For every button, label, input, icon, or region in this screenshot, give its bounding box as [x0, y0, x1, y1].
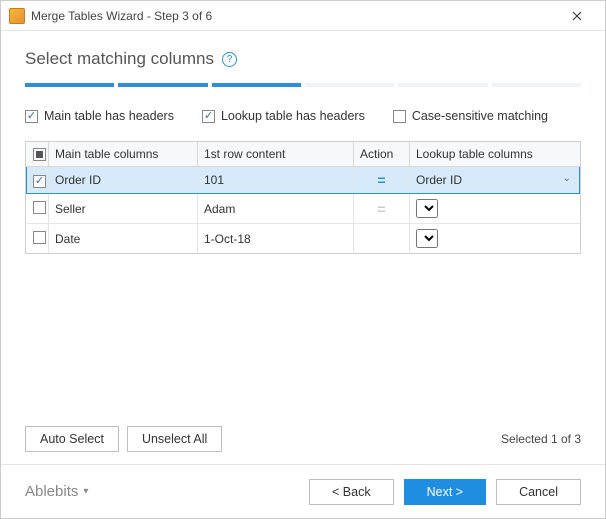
cell-first-row: 101 — [198, 167, 354, 194]
cell-action: = — [354, 167, 410, 194]
case-sensitive-label: Case-sensitive matching — [412, 109, 548, 123]
cell-action — [354, 224, 410, 254]
chevron-down-icon: ▾ — [83, 486, 88, 497]
header-main[interactable]: Main table columns — [49, 142, 198, 167]
table-header-row: Main table columns 1st row content Actio… — [27, 142, 580, 167]
lookup-headers-checkbox[interactable]: Lookup table has headers — [202, 109, 365, 123]
cell-main-column: Order ID — [49, 167, 198, 194]
cell-lookup-dropdown[interactable] — [410, 194, 580, 224]
titlebar: Merge Tables Wizard - Step 3 of 6 — [1, 1, 605, 31]
content-area: Select matching columns ? Main table has… — [1, 31, 605, 464]
step-seg-2 — [118, 83, 207, 87]
header-first-row[interactable]: 1st row content — [198, 142, 354, 167]
checkbox-icon — [33, 175, 46, 188]
help-icon[interactable]: ? — [222, 52, 237, 67]
select-all-icon — [33, 148, 46, 161]
close-icon — [572, 11, 582, 21]
header-select-all[interactable] — [27, 142, 49, 167]
cell-main-column: Seller — [49, 194, 198, 224]
columns-table: Main table columns 1st row content Actio… — [25, 141, 581, 254]
chevron-down-icon: ⌄ — [563, 173, 571, 184]
close-button[interactable] — [557, 2, 597, 30]
main-headers-label: Main table has headers — [44, 109, 174, 123]
unselect-all-button[interactable]: Unselect All — [127, 426, 222, 452]
page-title: Select matching columns ? — [25, 49, 581, 69]
brand-label: Ablebits — [25, 483, 78, 500]
next-button[interactable]: Next > — [404, 479, 486, 505]
cell-main-column: Date — [49, 224, 198, 254]
footer: Ablebits ▾ < Back Next > Cancel — [1, 464, 605, 518]
header-lookup[interactable]: Lookup table columns — [410, 142, 580, 167]
table-row[interactable]: SellerAdam = — [27, 194, 580, 224]
brand-menu[interactable]: Ablebits ▾ — [25, 483, 88, 500]
cell-lookup-dropdown[interactable]: Order ID⌄ — [410, 167, 580, 194]
options-row: Main table has headers Lookup table has … — [25, 109, 581, 123]
checkbox-icon — [33, 231, 46, 244]
step-seg-3 — [212, 83, 301, 87]
cell-lookup-dropdown[interactable] — [410, 224, 580, 254]
actions-row: Auto Select Unselect All Selected 1 of 3 — [25, 426, 581, 452]
header-action[interactable]: Action — [354, 142, 410, 167]
heading-text: Select matching columns — [25, 49, 214, 69]
wizard-window: Merge Tables Wizard - Step 3 of 6 Select… — [0, 0, 606, 519]
back-button[interactable]: < Back — [309, 479, 394, 505]
step-seg-6 — [492, 83, 581, 87]
window-title: Merge Tables Wizard - Step 3 of 6 — [31, 9, 557, 23]
cell-action: = — [354, 194, 410, 224]
checkbox-icon — [33, 201, 46, 214]
step-seg-4 — [305, 83, 394, 87]
checkbox-icon — [25, 110, 38, 123]
checkbox-icon — [393, 110, 406, 123]
row-checkbox[interactable] — [27, 224, 49, 254]
app-icon — [9, 8, 25, 24]
lookup-headers-label: Lookup table has headers — [221, 109, 365, 123]
equals-icon: = — [377, 172, 385, 188]
cell-first-row: Adam — [198, 194, 354, 224]
cancel-button[interactable]: Cancel — [496, 479, 581, 505]
equals-icon: = — [377, 201, 385, 217]
step-seg-1 — [25, 83, 114, 87]
row-checkbox[interactable] — [27, 194, 49, 224]
case-sensitive-checkbox[interactable]: Case-sensitive matching — [393, 109, 548, 123]
cell-first-row: 1-Oct-18 — [198, 224, 354, 254]
step-seg-5 — [398, 83, 487, 87]
selection-status: Selected 1 of 3 — [501, 432, 581, 446]
main-headers-checkbox[interactable]: Main table has headers — [25, 109, 174, 123]
step-progress — [25, 83, 581, 87]
row-checkbox[interactable] — [27, 167, 49, 194]
table-row[interactable]: Order ID101 = Order ID⌄ — [27, 167, 580, 194]
auto-select-button[interactable]: Auto Select — [25, 426, 119, 452]
table-row[interactable]: Date1-Oct-18 — [27, 224, 580, 254]
nav-buttons: < Back Next > Cancel — [309, 479, 581, 505]
checkbox-icon — [202, 110, 215, 123]
